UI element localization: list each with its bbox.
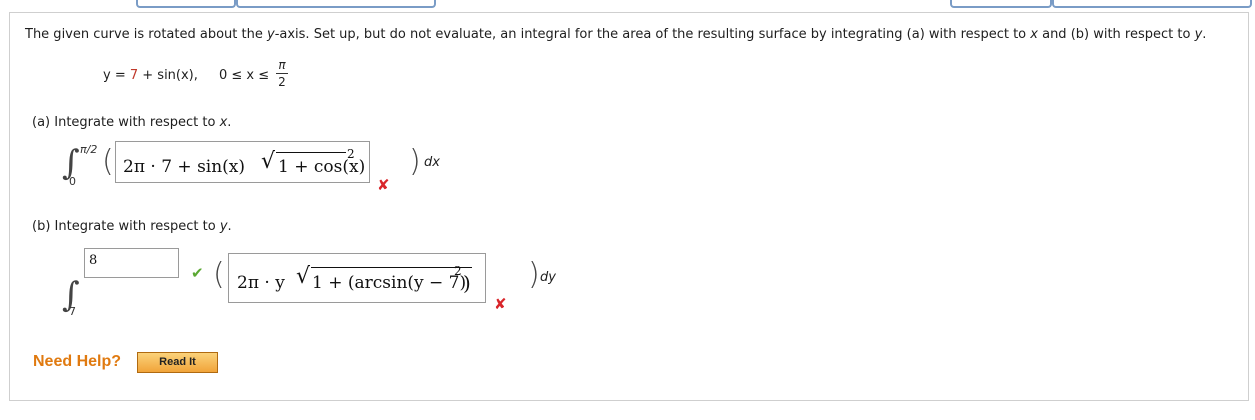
prompt-text-end: . (1202, 27, 1207, 42)
part-b-sqrt-content: 1 + (arcsin(y − 7) (312, 273, 467, 293)
curve-domain: 0 ≤ x ≤ (219, 68, 270, 83)
part-a-exponent: 2 (347, 147, 355, 161)
fraction-denominator: 2 (278, 75, 286, 89)
part-b-incorrect-icon: ✘ (494, 295, 507, 313)
part-a-label-end: . (227, 115, 232, 130)
part-b-lower-limit: 7 (69, 305, 76, 318)
tab-top-center (236, 0, 436, 8)
part-b-upper-limit-input[interactable] (84, 248, 179, 278)
part-b-sqrt-bar (311, 267, 472, 268)
tab-top-left (136, 0, 236, 8)
prompt-text-mid2: and (b) with respect to (1037, 27, 1195, 42)
part-b-label-text: (b) Integrate with respect to (32, 219, 220, 234)
tab-top-right-2 (1052, 0, 1252, 8)
domain-fraction: π 2 (276, 58, 288, 89)
part-a-label: (a) Integrate with respect to x. (32, 115, 231, 130)
read-it-button[interactable]: Read It (137, 352, 218, 373)
need-help-label: Need Help? (33, 353, 122, 370)
part-a-answer-text: 2π · 7 + sin(x) (123, 157, 246, 177)
part-a-differential: dx (424, 155, 440, 170)
part-a-close-paren: ) (409, 144, 421, 179)
fraction-bar (276, 73, 288, 74)
prompt-text-mid: -axis. Set up, but do not evaluate, an i… (274, 27, 1031, 42)
part-a-sqrt-sign: √ (261, 149, 276, 174)
part-b-differential: dy (540, 270, 556, 285)
curve-rhs: + sin(x), (138, 68, 198, 83)
part-a-upper-limit: π/2 (80, 143, 98, 156)
part-b-close-inner: ) (463, 271, 471, 295)
curve-equation: y = 7 + sin(x), (103, 68, 198, 83)
part-b-exponent: 2 (454, 264, 462, 278)
question-prompt: The given curve is rotated about the y-a… (25, 27, 1206, 42)
part-a-lower-limit: 0 (69, 175, 76, 188)
part-b-answer-text: 2π · y (237, 273, 285, 293)
part-a-incorrect-icon: ✘ (377, 176, 390, 194)
part-b-close-paren: ) (528, 257, 540, 292)
part-b-upper-limit-value: 8 (89, 253, 98, 268)
part-b-sqrt-sign: √ (296, 264, 311, 289)
part-b-upper-correct-icon: ✔ (191, 264, 204, 282)
part-b-var: y (219, 219, 228, 234)
part-b-label: (b) Integrate with respect to y. (32, 219, 232, 234)
part-a-sqrt-bar (276, 152, 346, 153)
part-b-label-end: . (227, 219, 232, 234)
part-a-open-paren: ( (102, 144, 114, 179)
prompt-axis-var: y (266, 27, 275, 42)
fraction-numerator: π (278, 58, 286, 72)
curve-constant: 7 (129, 68, 139, 83)
part-b-open-paren: ( (213, 257, 225, 292)
prompt-text: The given curve is rotated about the (25, 27, 267, 42)
prompt-x-var: x (1030, 27, 1038, 42)
tab-top-right-1 (950, 0, 1052, 8)
curve-lhs: y = (103, 68, 130, 83)
part-a-label-text: (a) Integrate with respect to (32, 115, 220, 130)
